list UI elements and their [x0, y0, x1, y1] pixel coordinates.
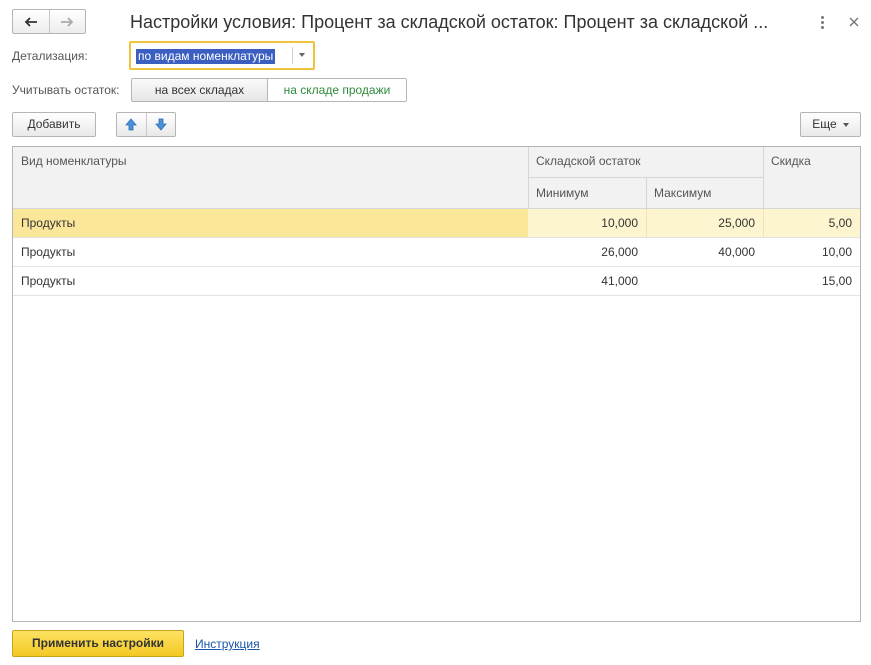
forward-button[interactable]: [48, 10, 86, 33]
cell-max[interactable]: 40,000: [646, 238, 763, 266]
header-divider: [528, 177, 763, 178]
move-buttons: [116, 112, 176, 137]
cell-max[interactable]: [646, 267, 763, 295]
more-button[interactable]: Еще: [800, 112, 861, 137]
cell-discount[interactable]: 5,00: [763, 209, 860, 237]
conditions-table: Вид номенклатуры Складской остаток Миним…: [12, 146, 861, 622]
column-header-min[interactable]: Минимум: [528, 177, 646, 208]
close-button[interactable]: [845, 12, 863, 32]
cell-discount[interactable]: 10,00: [763, 238, 860, 266]
chevron-down-icon: [842, 122, 849, 127]
column-header-stock: Складской остаток: [528, 147, 763, 177]
stock-toggle: на всех складах на складе продажи: [131, 78, 407, 102]
more-button-label: Еще: [812, 117, 837, 131]
window-title: Настройки условия: Процент за складской …: [130, 12, 769, 32]
navigation-buttons: [12, 9, 86, 34]
cell-max[interactable]: 25,000: [646, 209, 763, 237]
detail-combobox[interactable]: по видам номенклатуры: [129, 41, 315, 70]
cell-min[interactable]: 26,000: [528, 238, 646, 266]
stock-option-all-warehouses[interactable]: на всех складах: [132, 79, 268, 101]
detail-label: Детализация:: [12, 49, 88, 63]
column-header-name[interactable]: Вид номенклатуры: [13, 147, 528, 208]
stock-option-sale-warehouse[interactable]: на складе продажи: [268, 79, 406, 101]
close-icon: [849, 17, 859, 27]
column-header-max[interactable]: Максимум: [646, 177, 763, 208]
apply-settings-button[interactable]: Применить настройки: [12, 630, 184, 657]
cell-discount[interactable]: 15,00: [763, 267, 860, 295]
combo-separator: [292, 47, 293, 64]
instruction-link[interactable]: Инструкция: [195, 636, 260, 652]
header-divider: [646, 177, 647, 208]
arrow-right-icon: [61, 16, 74, 27]
column-header-discount[interactable]: Скидка: [763, 147, 860, 208]
arrow-up-icon: [125, 118, 138, 131]
back-button[interactable]: [13, 10, 49, 33]
move-down-button[interactable]: [145, 113, 176, 136]
table-row[interactable]: Продукты 10,000 25,000 5,00: [13, 209, 860, 238]
table-row[interactable]: Продукты 41,000 15,00: [13, 267, 860, 296]
arrow-left-icon: [24, 16, 37, 27]
more-vertical-icon[interactable]: [814, 12, 830, 32]
cell-name[interactable]: Продукты: [13, 209, 528, 237]
chevron-down-icon[interactable]: [299, 53, 305, 57]
cell-name[interactable]: Продукты: [13, 267, 528, 295]
table-row[interactable]: Продукты 26,000 40,000 10,00: [13, 238, 860, 267]
cell-min[interactable]: 10,000: [528, 209, 646, 237]
cell-name[interactable]: Продукты: [13, 238, 528, 266]
move-up-button[interactable]: [117, 113, 146, 136]
header-divider: [763, 147, 764, 208]
arrow-down-icon: [154, 118, 167, 131]
detail-value[interactable]: по видам номенклатуры: [136, 49, 276, 64]
stock-label: Учитывать остаток:: [12, 83, 120, 97]
cell-min[interactable]: 41,000: [528, 267, 646, 295]
add-button[interactable]: Добавить: [12, 112, 96, 137]
